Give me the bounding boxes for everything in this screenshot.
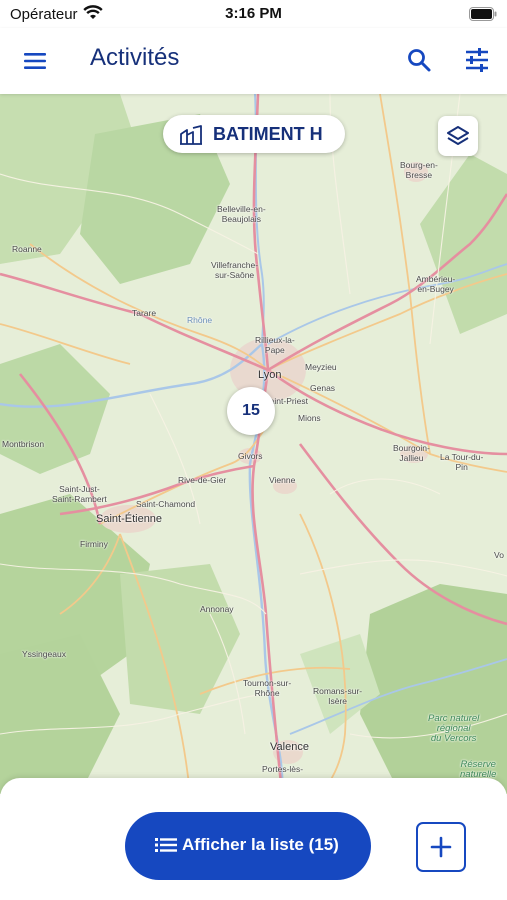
menu-icon[interactable] bbox=[22, 48, 48, 74]
plus-icon bbox=[430, 836, 452, 858]
map-label: Lyon bbox=[258, 369, 282, 381]
building-icon bbox=[180, 125, 202, 145]
filter-icon[interactable] bbox=[463, 46, 491, 74]
map-label: Ambérieu- en-Bugey bbox=[416, 274, 456, 294]
map-label: Saint-Étienne bbox=[96, 513, 163, 525]
map-label: Réserve naturelle bbox=[460, 759, 497, 780]
show-list-label: Afficher la liste (15) bbox=[182, 835, 339, 854]
map-label: Meyzieu bbox=[305, 362, 337, 372]
map-label: Saint-Chamond bbox=[136, 499, 196, 509]
map-label: Annonay bbox=[200, 604, 234, 614]
map-label: Saint-Just- Saint-Rambert bbox=[52, 484, 107, 504]
layers-icon bbox=[447, 126, 469, 145]
map-label: Bourg-en- Bresse bbox=[400, 160, 438, 180]
show-list-button[interactable]: Afficher la liste (15) bbox=[125, 812, 371, 880]
bottom-sheet: Afficher la liste (15) bbox=[0, 778, 507, 900]
map-label: Belleville-en- Beaujolais bbox=[217, 204, 266, 224]
map-label: Rillieux-la- Pape bbox=[255, 335, 295, 355]
map-label: Portes-lès- bbox=[262, 764, 304, 774]
map-label: Montbrison bbox=[2, 439, 45, 449]
map-label: Givors bbox=[238, 451, 263, 461]
map-label: Romans-sur- Isère bbox=[313, 686, 363, 706]
map-label: Tournon-sur- Rhône bbox=[243, 678, 292, 698]
building-name: BATIMENT H bbox=[213, 124, 323, 144]
map-label: Valence bbox=[270, 741, 309, 753]
map-label: Vienne bbox=[269, 475, 296, 485]
map-label: Bourgoin- Jallieu bbox=[393, 443, 430, 463]
battery-icon bbox=[469, 7, 497, 21]
map-label: Mions bbox=[298, 413, 321, 423]
add-button[interactable] bbox=[416, 822, 466, 872]
map-view[interactable]: Bourg-en- Bresse Belleville-en- Beaujola… bbox=[0, 94, 507, 794]
map-label: Roanne bbox=[12, 244, 42, 254]
page-title: Activités bbox=[90, 44, 180, 71]
cluster-marker[interactable]: 15 bbox=[227, 387, 275, 435]
app-bar: Activités bbox=[0, 28, 507, 94]
layers-button[interactable] bbox=[438, 116, 478, 156]
map-label: La Tour-du- Pin bbox=[440, 452, 484, 472]
map-label: Tarare bbox=[132, 308, 157, 318]
map-label: Villefranche- sur-Saône bbox=[211, 260, 259, 280]
map-label: Firminy bbox=[80, 539, 108, 549]
map-label: Vo bbox=[494, 550, 504, 560]
map-label: Yssingeaux bbox=[22, 649, 66, 659]
building-selector[interactable]: BATIMENT H bbox=[163, 115, 345, 153]
map-label: Rhône bbox=[187, 315, 213, 325]
list-icon bbox=[155, 838, 177, 852]
search-icon[interactable] bbox=[405, 46, 433, 74]
status-time: 3:16 PM bbox=[225, 5, 282, 22]
map-label: Genas bbox=[310, 383, 336, 393]
map-label: Rive-de-Gier bbox=[178, 475, 227, 485]
status-bar: Opérateur 3:16 PM bbox=[0, 0, 507, 28]
map-label: Parc naturel régional du Vercors bbox=[428, 713, 480, 744]
